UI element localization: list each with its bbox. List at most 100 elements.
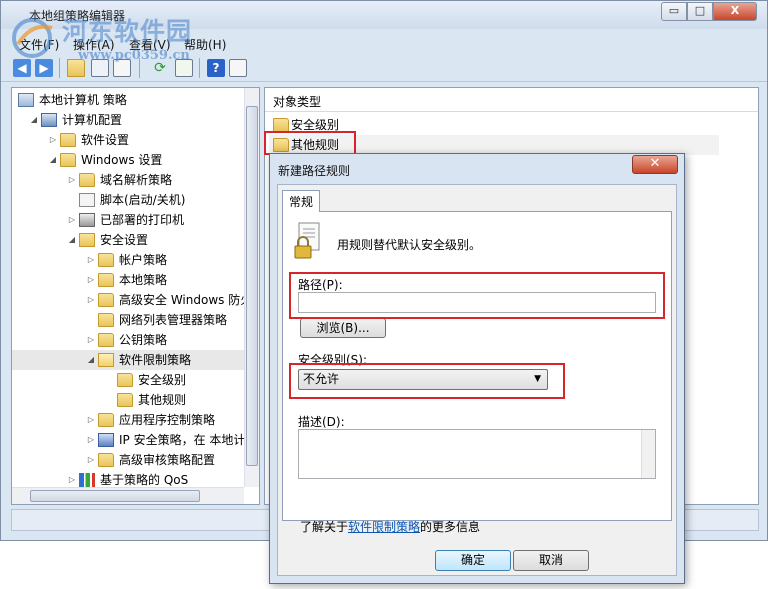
tree-horizontal-scroll-thumb[interactable]: [30, 490, 200, 502]
collapsed-arrow-icon[interactable]: ▷: [86, 450, 96, 470]
tree-item[interactable]: 其他规则: [12, 390, 244, 410]
folder-icon: [117, 393, 133, 407]
tree-item-label: 已部署的打印机: [100, 213, 185, 227]
expanded-arrow-icon[interactable]: ◢: [86, 350, 96, 370]
highlight-box: [289, 363, 565, 399]
tree-item[interactable]: ▷ 帐户策略: [12, 250, 244, 270]
folder-icon: [98, 313, 114, 327]
folder-icon: [98, 293, 114, 307]
intro-text: 用规则替代默认安全级别。: [337, 238, 482, 252]
chart-icon: [79, 473, 95, 487]
tree-item[interactable]: ▷ 域名解析策略: [12, 170, 244, 190]
folder-icon: [98, 253, 114, 267]
collapsed-arrow-icon[interactable]: ▷: [86, 330, 96, 350]
tree-item-label: 计算机配置: [62, 113, 123, 127]
collapsed-arrow-icon[interactable]: ▷: [86, 270, 96, 290]
collapsed-arrow-icon[interactable]: ▷: [86, 410, 96, 430]
folder-icon: [98, 333, 114, 347]
tree-item[interactable]: ◢ 计算机配置: [12, 110, 244, 130]
more-info-prefix: 了解关于: [300, 520, 349, 534]
help-icon[interactable]: ?: [207, 59, 225, 77]
tree-item[interactable]: ▷ 公钥策略: [12, 330, 244, 350]
toolbar-separator: [199, 58, 200, 78]
cancel-button[interactable]: 取消: [513, 550, 589, 571]
more-info-text: 了解关于软件限制策略的更多信息: [300, 518, 480, 535]
description-label: 描述(D):: [298, 415, 345, 429]
folder-icon: [98, 273, 114, 287]
minimize-button[interactable]: ▭: [661, 2, 687, 21]
forward-icon[interactable]: ▶: [35, 59, 53, 77]
description-textarea[interactable]: [298, 429, 656, 479]
tree-pane[interactable]: 本地计算机 策略 ◢ 计算机配置 ▷ 软件设置 ◢ Windows 设置 ▷ 域名解析策略 脚本(…: [11, 87, 260, 505]
folder-icon: [98, 453, 114, 467]
tree-item[interactable]: ▷ 高级安全 Windows 防火: [12, 290, 252, 310]
tree-item-label: 软件设置: [81, 133, 130, 147]
tree-item-label: 帐户策略: [119, 253, 168, 267]
collapsed-arrow-icon[interactable]: ▷: [86, 430, 96, 450]
description-scrollbar[interactable]: [641, 430, 655, 478]
watermark-url: www.pc0359.cn: [78, 48, 190, 63]
tree-item[interactable]: ◢ 软件限制策略: [12, 350, 244, 370]
folder-open-icon: [98, 353, 114, 367]
back-icon[interactable]: ◀: [13, 59, 31, 77]
tree-item-label: 安全级别: [138, 373, 187, 387]
tab-general[interactable]: 常规: [282, 190, 320, 212]
close-icon: ✕: [649, 156, 661, 171]
software-restriction-policy-link[interactable]: 软件限制策略: [348, 520, 420, 534]
highlight-box: [264, 131, 356, 155]
collapsed-arrow-icon[interactable]: ▷: [86, 290, 96, 310]
close-icon: X: [730, 4, 740, 17]
minimize-icon: ▭: [668, 4, 680, 17]
folder-icon: [273, 118, 289, 132]
expanded-arrow-icon[interactable]: ◢: [48, 150, 58, 170]
dialog-title: 新建路径规则: [278, 164, 351, 178]
tree-item[interactable]: 安全级别: [12, 370, 244, 390]
column-header[interactable]: 对象类型: [265, 88, 758, 112]
computer-policy-icon: [18, 93, 34, 107]
folder-icon: [98, 413, 114, 427]
tree-item[interactable]: ◢ 安全设置: [12, 230, 244, 250]
dialog-close-button[interactable]: ✕: [632, 155, 678, 174]
tree-item-label: Windows 设置: [81, 153, 163, 167]
tree-item-label: 域名解析策略: [100, 173, 173, 187]
ok-button[interactable]: 确定: [435, 550, 511, 571]
tree-item-label: 安全设置: [100, 233, 149, 247]
tree-item[interactable]: ▷ 本地策略: [12, 270, 244, 290]
folder-icon: [60, 153, 76, 167]
folder-icon: [117, 373, 133, 387]
browse-button[interactable]: 浏览(B)...: [300, 318, 386, 338]
lock-document-icon: [294, 222, 320, 259]
collapsed-arrow-icon[interactable]: ▷: [67, 170, 77, 190]
tree-item-label: 应用程序控制策略: [119, 413, 216, 427]
more-info-suffix: 的更多信息: [420, 520, 481, 534]
tree-item[interactable]: ▷ IP 安全策略，在 本地计: [12, 430, 246, 450]
maximize-icon: □: [694, 4, 706, 17]
toolbar-separator: [59, 58, 60, 78]
expanded-arrow-icon[interactable]: ◢: [67, 230, 77, 250]
folder-icon: [79, 173, 95, 187]
tree-item[interactable]: ▷ 高级审核策略配置: [12, 450, 244, 470]
tree-vertical-scroll-thumb[interactable]: [246, 106, 258, 466]
tree-item[interactable]: ▷ 应用程序控制策略: [12, 410, 244, 430]
tree-item[interactable]: ◢ Windows 设置: [12, 150, 244, 170]
tree-item[interactable]: 脚本(启动/关机): [12, 190, 244, 210]
maximize-button[interactable]: □: [687, 2, 713, 21]
expanded-arrow-icon[interactable]: ◢: [29, 110, 39, 130]
tree-item-label: 脚本(启动/关机): [100, 193, 186, 207]
tree-item-label: 其他规则: [138, 393, 187, 407]
view-icon[interactable]: [229, 59, 247, 77]
tree-item[interactable]: 本地计算机 策略: [12, 90, 244, 110]
tree-item[interactable]: ▷ 已部署的打印机: [12, 210, 244, 230]
tree-item[interactable]: 网络列表管理器策略: [12, 310, 244, 330]
column-header-label: 对象类型: [273, 95, 322, 109]
ip-security-icon: [98, 433, 114, 447]
collapsed-arrow-icon[interactable]: ▷: [86, 250, 96, 270]
collapsed-arrow-icon[interactable]: ▷: [67, 210, 77, 230]
close-button[interactable]: X: [713, 2, 757, 21]
security-icon: [79, 233, 95, 247]
printer-icon: [79, 213, 95, 227]
collapsed-arrow-icon[interactable]: ▷: [48, 130, 58, 150]
tree-item-label: IP 安全策略，在 本地计: [119, 433, 246, 447]
highlight-box: [289, 272, 665, 319]
tree-item[interactable]: ▷ 软件设置: [12, 130, 244, 150]
